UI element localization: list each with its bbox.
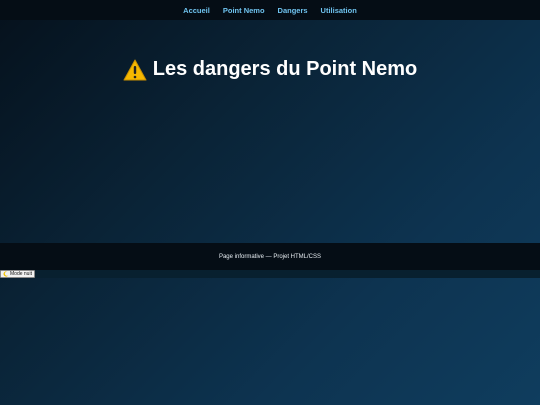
footer-strip <box>0 270 540 278</box>
footer-text: Page informative — Projet HTML/CSS <box>218 253 322 260</box>
moon-icon <box>3 271 9 277</box>
warning-icon <box>123 59 147 81</box>
top-nav: Accueil Point Nemo Dangers Utilisation <box>0 0 540 20</box>
nav-link-dangers[interactable]: Dangers <box>278 6 308 15</box>
page-title-text: Les dangers du Point Nemo <box>152 58 418 80</box>
nav-link-point-nemo[interactable]: Point Nemo <box>223 6 265 15</box>
page-title: Les dangers du Point Nemo <box>0 58 540 81</box>
night-mode-label: Mode nuit <box>10 270 32 277</box>
nav-link-accueil[interactable]: Accueil <box>183 6 210 15</box>
night-mode-button[interactable]: Mode nuit <box>0 270 35 278</box>
nav-link-utilisation[interactable]: Utilisation <box>321 6 357 15</box>
footer: Page informative — Projet HTML/CSS <box>0 243 540 270</box>
